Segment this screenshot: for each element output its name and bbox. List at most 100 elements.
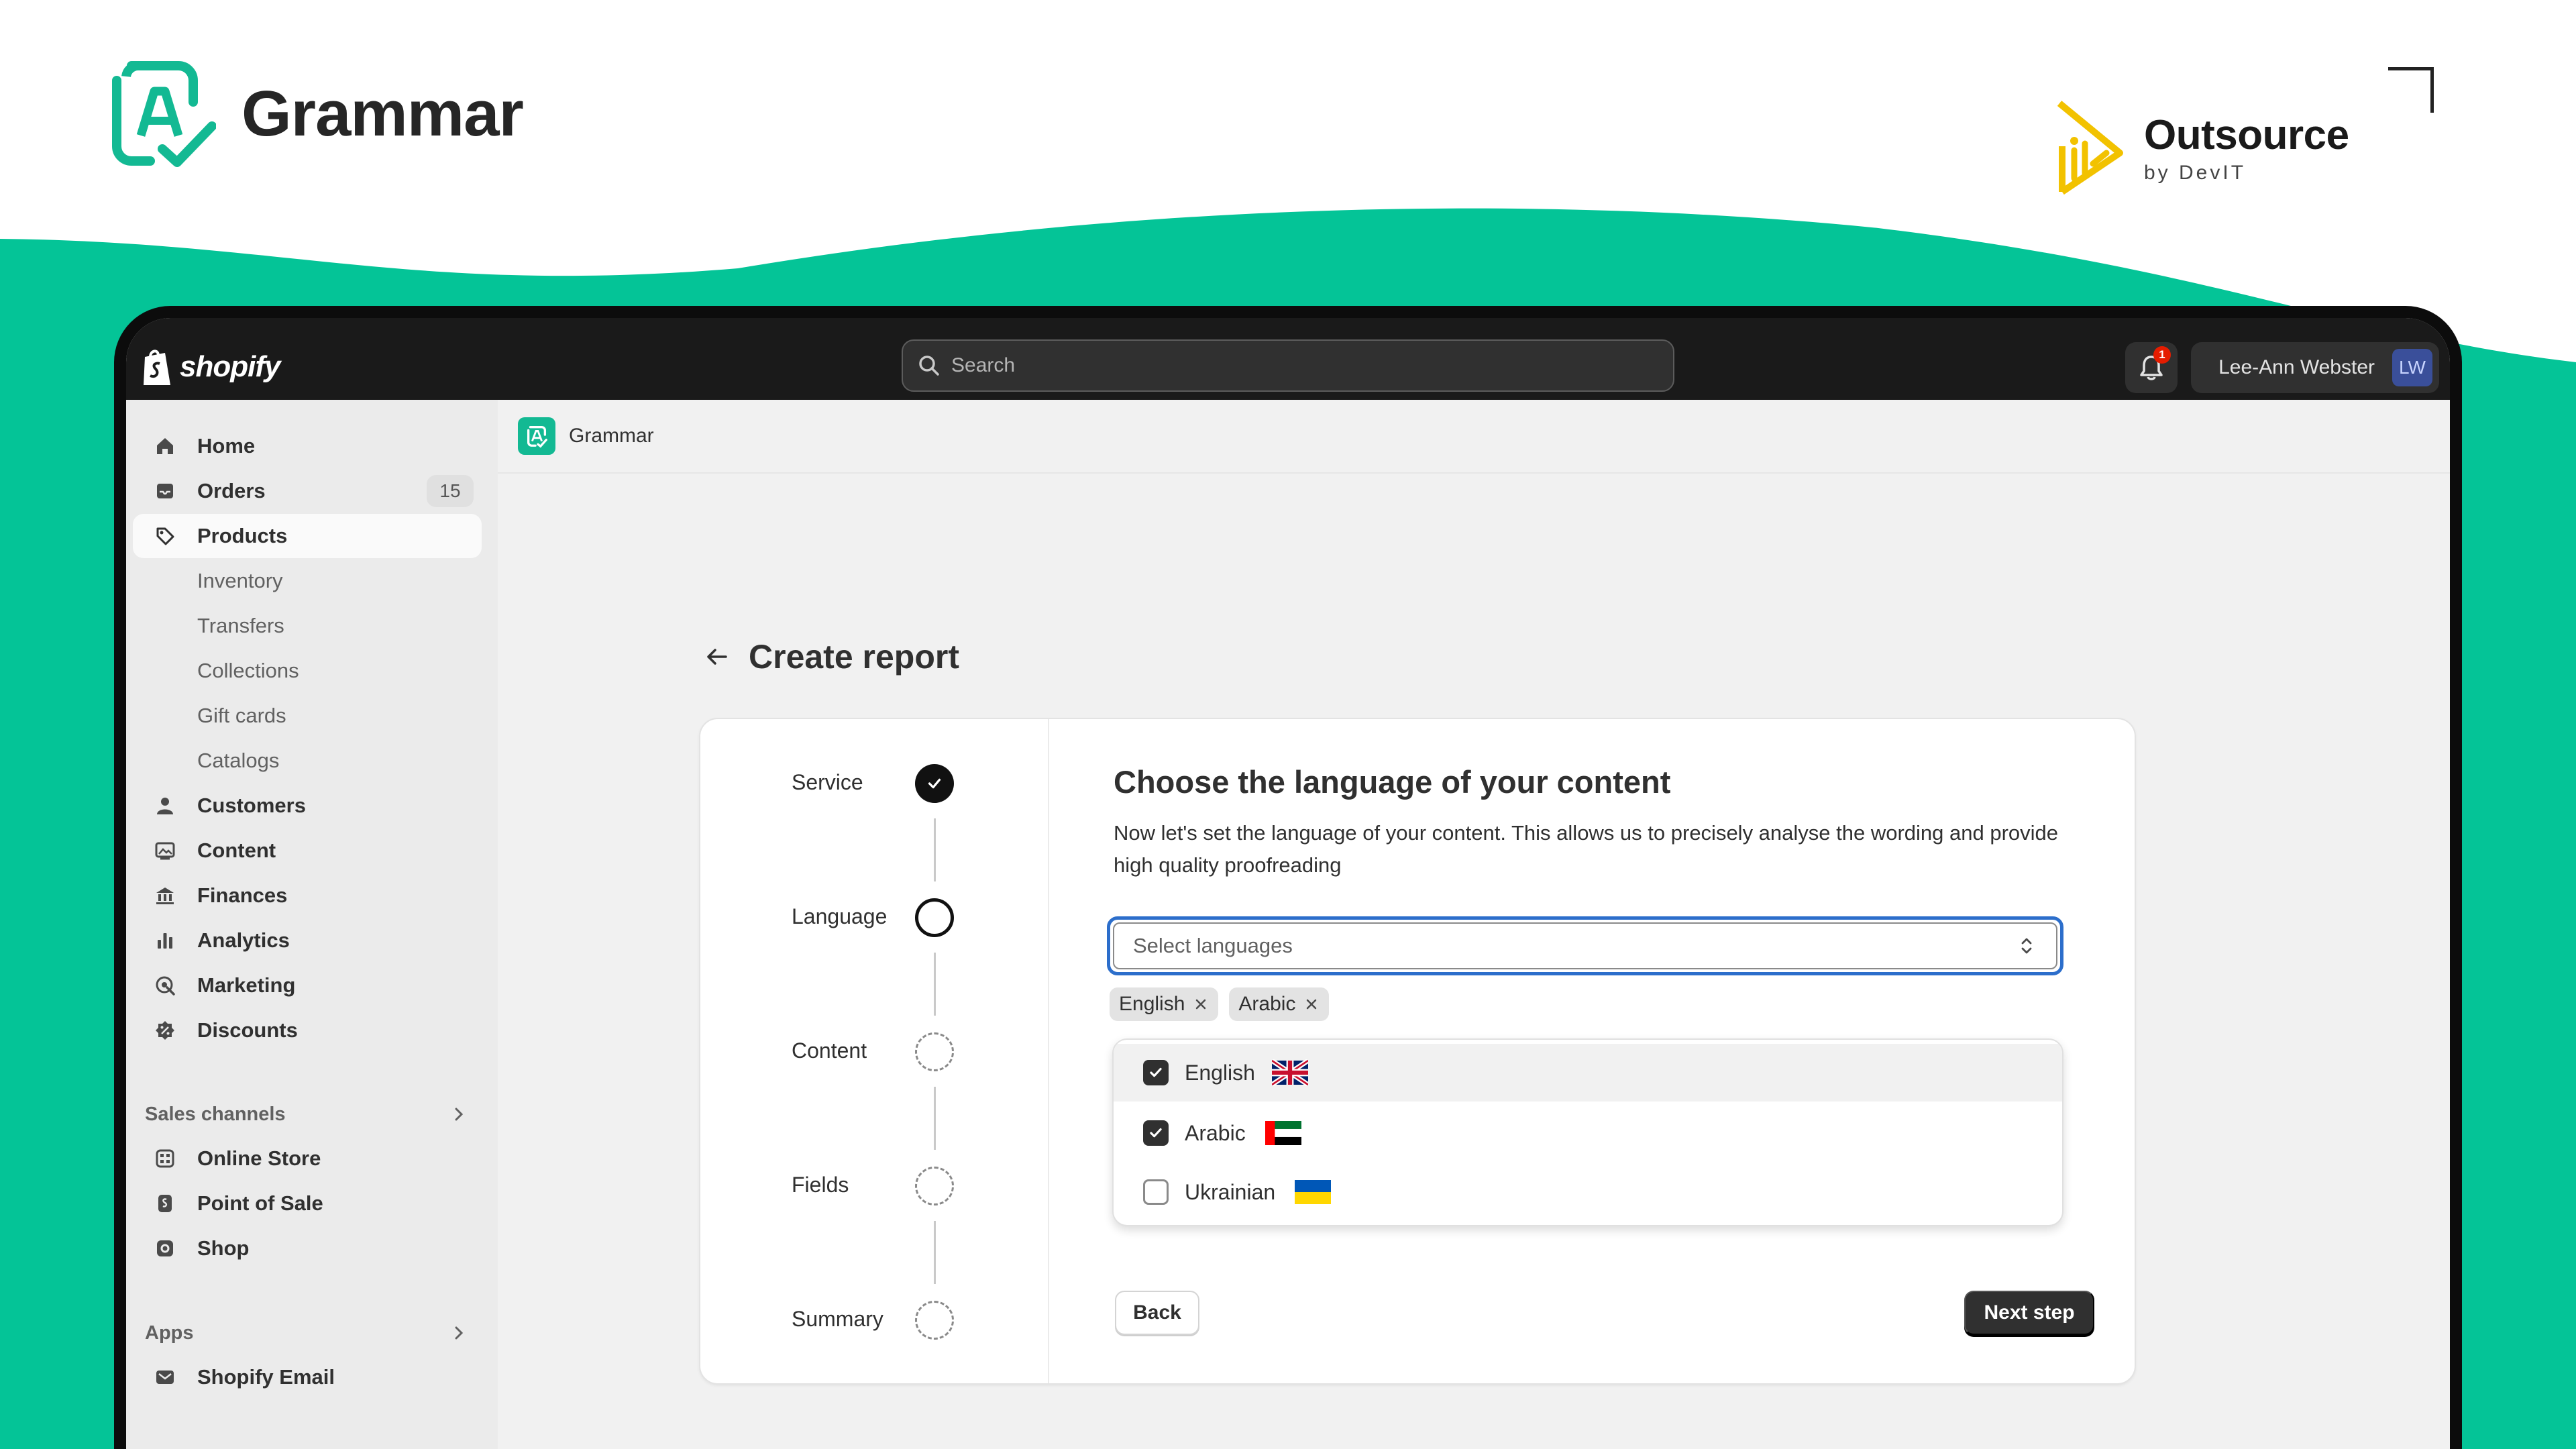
language-select-placeholder: Select languages <box>1133 934 1293 957</box>
sidebar-item-label: Shop <box>197 1236 250 1260</box>
step-pending-icon <box>915 1167 954 1205</box>
avatar: LW <box>2392 349 2432 386</box>
sidebar-item-collections[interactable]: Collections <box>133 649 482 693</box>
sidebar-item-shop[interactable]: Shop <box>133 1226 482 1271</box>
sidebar-item-label: Online Store <box>197 1146 321 1170</box>
step-complete-icon <box>915 764 954 803</box>
sidebar-item-label: Point of Sale <box>197 1191 323 1215</box>
shopify-logo[interactable]: shopify <box>141 347 280 386</box>
sidebar-item-shopify-email[interactable]: Shopify Email <box>133 1355 482 1399</box>
sales-channels-header[interactable]: Sales channels <box>145 1097 480 1131</box>
bar-chart-icon <box>153 928 177 953</box>
tag-label: English <box>1119 993 1185 1015</box>
step-language[interactable]: Language <box>700 895 1049 939</box>
step-pending-icon <box>915 1032 954 1071</box>
app-name[interactable]: Grammar <box>569 425 654 447</box>
sidebar-item-label: Catalogs <box>197 749 280 772</box>
step-pending-icon <box>915 1301 954 1340</box>
chevron-right-icon <box>455 1108 464 1121</box>
search-input[interactable]: Search <box>902 339 1674 392</box>
option-label: Ukrainian <box>1185 1179 1276 1204</box>
sidebar-item-label: Inventory <box>197 569 283 592</box>
sidebar: Home Orders 15 Products Inventory Transf… <box>126 400 498 1449</box>
language-option-arabic[interactable]: Arabic <box>1114 1104 2062 1162</box>
uk-flag-icon <box>1272 1059 1308 1086</box>
search-icon <box>919 356 939 376</box>
grammar-logo-icon <box>112 60 216 167</box>
step-connector <box>934 818 936 881</box>
language-select[interactable]: Select languages <box>1107 916 2063 975</box>
admin-topbar: shopify Search 1 Lee-Ann Webster LW <box>126 318 2450 400</box>
sidebar-item-online-store[interactable]: Online Store <box>133 1136 482 1181</box>
sidebar-item-catalogs[interactable]: Catalogs <box>133 739 482 783</box>
sidebar-item-content[interactable]: Content <box>133 828 482 873</box>
app-breadcrumb: Grammar <box>498 400 2450 474</box>
apps-header[interactable]: Apps <box>145 1316 480 1350</box>
language-tag: English <box>1110 987 1219 1021</box>
tag-label: Arabic <box>1238 993 1296 1015</box>
notifications-button[interactable]: 1 <box>2125 342 2178 393</box>
step-service[interactable]: Service <box>700 761 1049 805</box>
step-label: Service <box>792 770 863 794</box>
grammar-app-icon[interactable] <box>518 417 555 455</box>
user-name: Lee-Ann Webster <box>2218 356 2375 378</box>
next-step-button[interactable]: Next step <box>1964 1291 2094 1335</box>
sidebar-item-label: Discounts <box>197 1018 298 1042</box>
back-button[interactable]: Back <box>1115 1291 1199 1335</box>
report-wizard-card: Service Language Content Fields Summary … <box>699 718 2136 1385</box>
back-arrow-icon[interactable] <box>703 643 730 670</box>
ukraine-flag-icon <box>1295 1180 1331 1204</box>
sidebar-item-inventory[interactable]: Inventory <box>133 559 482 603</box>
checkbox-checked[interactable] <box>1143 1060 1169 1085</box>
user-menu-button[interactable]: Lee-Ann Webster LW <box>2191 342 2439 393</box>
step-connector <box>934 1087 936 1150</box>
language-option-english[interactable]: English <box>1114 1044 2062 1102</box>
inbox-icon <box>153 479 177 503</box>
sidebar-item-home[interactable]: Home <box>133 424 482 468</box>
discount-icon <box>153 1018 177 1042</box>
pos-icon <box>153 1191 177 1216</box>
step-description: Now let's set the language of your conte… <box>1114 821 2059 877</box>
sidebar-item-label: Transfers <box>197 614 284 637</box>
remove-tag-icon[interactable] <box>1303 996 1320 1012</box>
sidebar-item-label: Content <box>197 839 276 862</box>
sidebar-item-products[interactable]: Products <box>133 514 482 558</box>
sidebar-item-analytics[interactable]: Analytics <box>133 918 482 963</box>
shop-icon <box>153 1236 177 1260</box>
home-icon <box>153 434 177 458</box>
remove-tag-icon[interactable] <box>1193 996 1209 1012</box>
sidebar-item-finances[interactable]: Finances <box>133 873 482 918</box>
shopify-bag-icon <box>144 350 170 385</box>
sidebar-item-point-of-sale[interactable]: Point of Sale <box>133 1181 482 1226</box>
select-chevron-icon <box>2021 938 2032 954</box>
sidebar-item-orders[interactable]: Orders 15 <box>133 469 482 513</box>
person-icon <box>153 794 177 818</box>
sidebar-item-customers[interactable]: Customers <box>133 784 482 828</box>
apps-label: Apps <box>145 1322 194 1344</box>
corner-mark <box>2388 67 2434 113</box>
step-label: Content <box>792 1038 867 1063</box>
shopify-admin-screen: shopify Search 1 Lee-Ann Webster LW Home… <box>126 318 2450 1449</box>
sidebar-item-label: Products <box>197 524 288 547</box>
checkbox-checked[interactable] <box>1143 1120 1169 1146</box>
step-summary[interactable]: Summary <box>700 1297 1049 1342</box>
step-label: Summary <box>792 1307 883 1331</box>
language-options-list: English Arabic Ukrainian <box>1112 1038 2063 1226</box>
grammar-brand: Grammar <box>111 60 524 168</box>
sidebar-item-gift-cards[interactable]: Gift cards <box>133 694 482 738</box>
bank-icon <box>153 883 177 908</box>
step-fields[interactable]: Fields <box>700 1163 1049 1208</box>
sidebar-item-transfers[interactable]: Transfers <box>133 604 482 648</box>
checkbox-unchecked[interactable] <box>1143 1179 1169 1205</box>
search-placeholder: Search <box>951 354 1016 376</box>
language-option-ukrainian[interactable]: Ukrainian <box>1114 1163 2062 1221</box>
sidebar-item-marketing[interactable]: Marketing <box>133 963 482 1008</box>
sidebar-item-label: Orders <box>197 479 266 502</box>
partner-name: Outsource <box>2144 112 2349 158</box>
sidebar-item-label: Marketing <box>197 973 296 997</box>
step-connector <box>934 953 936 1016</box>
step-content[interactable]: Content <box>700 1029 1049 1073</box>
orders-count-badge: 15 <box>427 475 474 507</box>
tag-icon <box>153 524 177 548</box>
sidebar-item-discounts[interactable]: Discounts <box>133 1008 482 1053</box>
